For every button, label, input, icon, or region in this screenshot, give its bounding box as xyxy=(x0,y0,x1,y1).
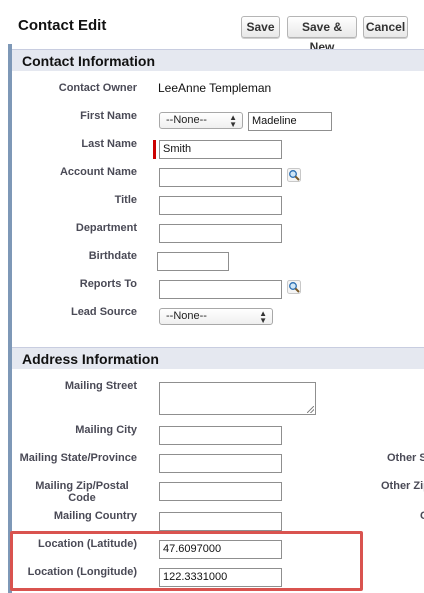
address-information-section-header: Address Information xyxy=(12,347,424,369)
last-name-input[interactable]: Smith xyxy=(159,140,282,159)
reports-to-input[interactable] xyxy=(159,280,282,299)
birthdate-label: Birthdate xyxy=(88,250,137,262)
section-title: Address Information xyxy=(22,351,159,367)
contact-information-section-header: Contact Information xyxy=(12,49,424,71)
page-header: Contact Edit Save Save & New Cancel xyxy=(0,0,424,54)
title-input[interactable] xyxy=(159,196,282,215)
form-left-border xyxy=(8,44,12,593)
department-label: Department xyxy=(75,222,137,234)
page-title: Contact Edit xyxy=(18,17,107,34)
location-fields-highlight xyxy=(10,531,363,591)
mailing-state-label: Mailing State/Province xyxy=(19,452,137,464)
updown-arrows-icon: ▲ ▼ xyxy=(229,113,237,129)
updown-arrows-icon: ▲ ▼ xyxy=(259,309,267,325)
lead-source-select[interactable]: --None-- ▲ ▼ xyxy=(159,308,273,325)
contact-owner-value: LeeAnne Templeman xyxy=(158,81,272,95)
save-and-new-button[interactable]: Save & New xyxy=(287,16,357,54)
mailing-country-input[interactable] xyxy=(159,512,282,531)
account-lookup-icon[interactable] xyxy=(287,168,301,182)
mailing-country-label: Mailing Country xyxy=(53,510,137,522)
department-input[interactable] xyxy=(159,224,282,243)
other-country-label: C xyxy=(420,510,424,522)
salutation-select[interactable]: --None-- ▲ ▼ xyxy=(159,112,243,129)
first-name-label: First Name xyxy=(80,110,137,122)
mailing-zip-label-line1: Mailing Zip/Postal xyxy=(35,480,129,492)
other-state-label: Other S xyxy=(387,452,424,464)
account-name-label: Account Name xyxy=(59,166,137,178)
mailing-city-label: Mailing City xyxy=(75,424,137,436)
title-label: Title xyxy=(114,194,137,206)
reports-to-lookup-icon[interactable] xyxy=(287,280,301,294)
birthdate-input[interactable] xyxy=(157,252,229,271)
section-title: Contact Information xyxy=(22,53,155,69)
reports-to-label: Reports To xyxy=(79,278,137,290)
first-name-input[interactable]: Madeline xyxy=(248,112,332,131)
required-field-indicator xyxy=(153,140,156,159)
other-zip-label: Other Zip xyxy=(381,480,424,492)
mailing-street-label: Mailing Street xyxy=(64,380,137,392)
salutation-selected-value: --None-- xyxy=(166,114,207,126)
mailing-zip-label-line2: Code xyxy=(68,492,96,504)
mailing-city-input[interactable] xyxy=(159,426,282,445)
account-name-input[interactable] xyxy=(159,168,282,187)
cancel-button[interactable]: Cancel xyxy=(363,16,408,38)
lead-source-selected-value: --None-- xyxy=(166,310,207,322)
mailing-street-textarea[interactable] xyxy=(159,382,316,415)
resize-grip-icon[interactable] xyxy=(307,406,314,413)
save-button[interactable]: Save xyxy=(241,16,280,38)
mailing-state-input[interactable] xyxy=(159,454,282,473)
last-name-label: Last Name xyxy=(81,138,137,150)
lead-source-label: Lead Source xyxy=(70,306,137,318)
contact-owner-label: Contact Owner xyxy=(58,82,137,94)
mailing-zip-input[interactable] xyxy=(159,482,282,501)
mailing-zip-label: Mailing Zip/Postal Code xyxy=(27,480,137,504)
